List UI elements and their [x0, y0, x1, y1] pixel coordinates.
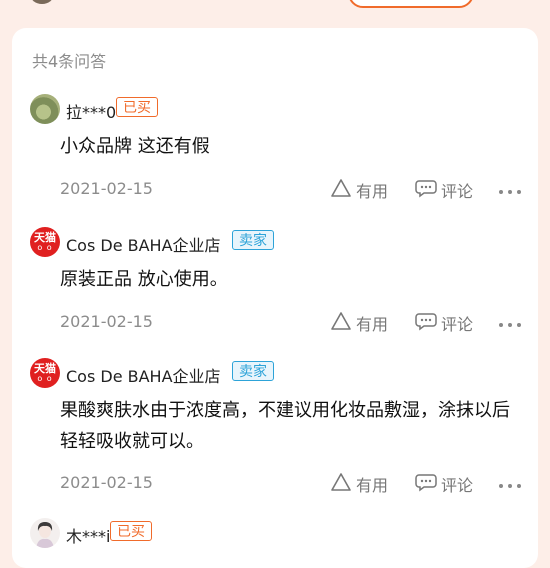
useful-button[interactable]: 有用 — [330, 311, 388, 335]
username: Cos De BAHA企业店 — [66, 236, 221, 255]
comment-bubble-icon — [415, 472, 437, 496]
answer-date: 2021-02-15 — [60, 312, 153, 331]
thumb-triangle-icon — [330, 178, 352, 202]
buyer-badge: 已买 — [110, 521, 152, 541]
qa-card: 共4条问答 拉***0 已买 小众品牌 这还有假 2021-02-15 有用 评… — [12, 28, 538, 568]
username: Cos De BAHA企业店 — [66, 367, 221, 386]
useful-label: 有用 — [356, 476, 389, 495]
useful-button[interactable]: 有用 — [330, 178, 388, 202]
more-options-icon[interactable] — [499, 484, 521, 490]
avatar[interactable] — [30, 518, 60, 548]
previous-section-strip — [0, 0, 550, 28]
comment-bubble-icon — [415, 178, 437, 202]
previous-action-button[interactable] — [348, 0, 474, 8]
more-options-icon[interactable] — [499, 323, 521, 329]
seller-badge: 卖家 — [232, 230, 274, 250]
qa-count: 共4条问答 — [32, 52, 107, 71]
answer-date: 2021-02-15 — [60, 473, 153, 492]
answer-date: 2021-02-15 — [60, 179, 153, 198]
useful-label: 有用 — [356, 182, 389, 201]
thumb-triangle-icon — [330, 311, 352, 335]
tmall-avatar[interactable]: 天猫 o o — [30, 358, 60, 388]
username: 拉***0 — [66, 103, 117, 122]
more-options-icon[interactable] — [499, 190, 521, 196]
buyer-badge: 已买 — [116, 97, 158, 117]
answer-text: 原装正品 放心使用。 — [60, 269, 228, 290]
answer-text: 果酸爽肤水由于浓度高，不建议用化妆品敷湿，涂抹以后轻轻吸收就可以。 — [60, 400, 510, 452]
comment-bubble-icon — [415, 311, 437, 335]
comment-label: 评论 — [441, 476, 474, 495]
comment-button[interactable]: 评论 — [415, 472, 473, 496]
username: 木***i — [66, 527, 111, 546]
useful-label: 有用 — [356, 315, 389, 334]
qa-item: 天猫 o o Cos De BAHA企业店 卖家 果酸爽肤水由于浓度高，不建议用… — [12, 358, 538, 528]
avatar[interactable] — [30, 94, 60, 124]
qa-item: 木***i 已买 — [12, 518, 538, 558]
qa-item: 天猫 o o Cos De BAHA企业店 卖家 原装正品 放心使用。 2021… — [12, 227, 538, 377]
comment-label: 评论 — [441, 182, 474, 201]
comment-button[interactable]: 评论 — [415, 178, 473, 202]
qa-item: 拉***0 已买 小众品牌 这还有假 2021-02-15 有用 评论 — [12, 94, 538, 244]
previous-avatar — [30, 0, 54, 4]
thumb-triangle-icon — [330, 472, 352, 496]
useful-button[interactable]: 有用 — [330, 472, 388, 496]
seller-badge: 卖家 — [232, 361, 274, 381]
comment-button[interactable]: 评论 — [415, 311, 473, 335]
comment-label: 评论 — [441, 315, 474, 334]
answer-text: 小众品牌 这还有假 — [60, 136, 210, 157]
tmall-avatar[interactable]: 天猫 o o — [30, 227, 60, 257]
